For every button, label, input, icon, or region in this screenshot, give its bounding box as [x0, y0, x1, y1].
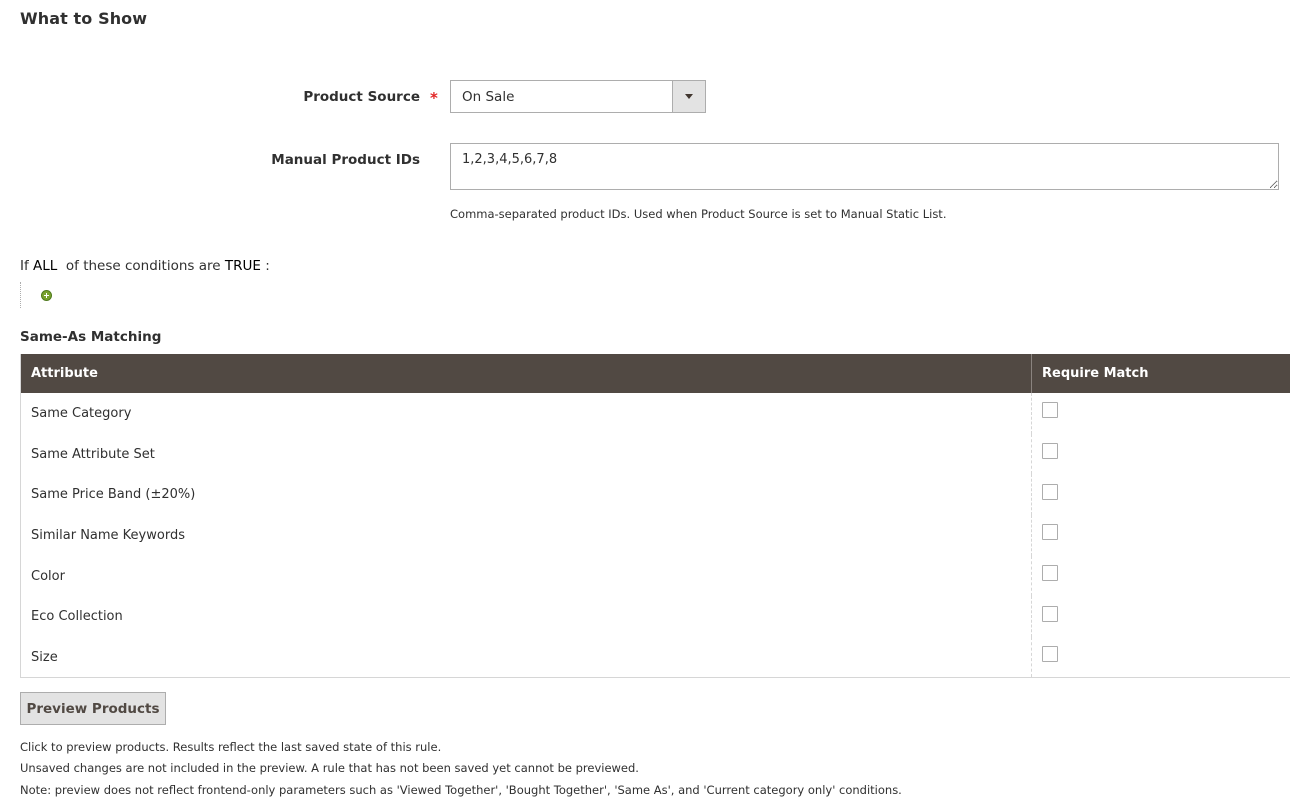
manual-product-ids-textarea[interactable]: [450, 143, 1279, 190]
require-match-cell: [1031, 555, 1290, 597]
require-match-checkbox[interactable]: [1042, 524, 1058, 541]
table-row: Eco Collection: [21, 596, 1290, 638]
attribute-cell: Color: [31, 568, 65, 584]
require-match-checkbox[interactable]: [1042, 646, 1058, 663]
require-match-checkbox[interactable]: [1042, 605, 1058, 622]
attribute-cell: Same Price Band (±20%): [31, 487, 196, 503]
attribute-cell: Eco Collection: [31, 609, 123, 625]
table-row: Color: [21, 555, 1290, 597]
table-row: Same Category: [21, 393, 1290, 434]
column-header-attribute: Attribute: [20, 354, 1032, 393]
add-condition-icon[interactable]: [41, 290, 52, 301]
require-match-cell: [1031, 393, 1290, 434]
conditions-middle: of these conditions are: [57, 258, 225, 274]
table-row: Same Price Band (±20%): [21, 474, 1290, 516]
preview-note-3: Note: preview does not reflect frontend-…: [20, 783, 902, 797]
table-row: Size: [21, 637, 1290, 678]
same-as-matching-heading: Same-As Matching: [20, 329, 162, 345]
conditions-statement: If ALL of these conditions are TRUE :: [20, 258, 270, 274]
column-header-require-match: Require Match: [1031, 354, 1290, 393]
attribute-cell: Same Category: [31, 405, 132, 421]
conditions-tree: [20, 282, 21, 308]
same-as-matching-table: Attribute Require Match Same Category Sa…: [20, 354, 1290, 679]
attribute-cell: Size: [31, 649, 58, 665]
product-source-label: Product Source: [303, 89, 420, 105]
require-match-cell: [1031, 637, 1290, 678]
manual-product-ids-note: Comma-separated product IDs. Used when P…: [450, 207, 947, 221]
require-match-cell: [1031, 596, 1290, 638]
table-header-row: Attribute Require Match: [20, 354, 1290, 393]
section-title: What to Show: [20, 9, 148, 28]
manual-product-ids-label: Manual Product IDs: [271, 152, 420, 168]
preview-products-button[interactable]: Preview Products: [20, 692, 166, 725]
attribute-cell: Same Attribute Set: [31, 446, 155, 462]
table-row: Same Attribute Set: [21, 433, 1290, 475]
require-match-cell: [1031, 474, 1290, 516]
conditions-aggregator-link[interactable]: ALL: [33, 258, 57, 274]
required-star-icon: *: [430, 89, 438, 107]
product-source-selected-value: On Sale: [462, 89, 515, 105]
preview-note-1: Click to preview products. Results refle…: [20, 740, 442, 754]
require-match-checkbox[interactable]: [1042, 402, 1058, 419]
attribute-cell: Similar Name Keywords: [31, 527, 185, 543]
conditions-prefix: If: [20, 258, 34, 274]
require-match-checkbox[interactable]: [1042, 483, 1058, 500]
product-source-select[interactable]: On Sale: [450, 80, 706, 113]
table-row: Similar Name Keywords: [21, 515, 1290, 556]
what-to-show-page: What to Show Product Source * On Sale Ma…: [0, 0, 1290, 812]
preview-note-2: Unsaved changes are not included in the …: [20, 761, 639, 775]
require-match-checkbox[interactable]: [1042, 565, 1058, 582]
conditions-suffix: :: [260, 258, 270, 274]
chevron-down-icon[interactable]: [672, 81, 705, 112]
require-match-checkbox[interactable]: [1042, 443, 1058, 460]
require-match-cell: [1031, 433, 1290, 475]
conditions-value-link[interactable]: TRUE: [225, 258, 261, 274]
require-match-cell: [1031, 515, 1290, 556]
